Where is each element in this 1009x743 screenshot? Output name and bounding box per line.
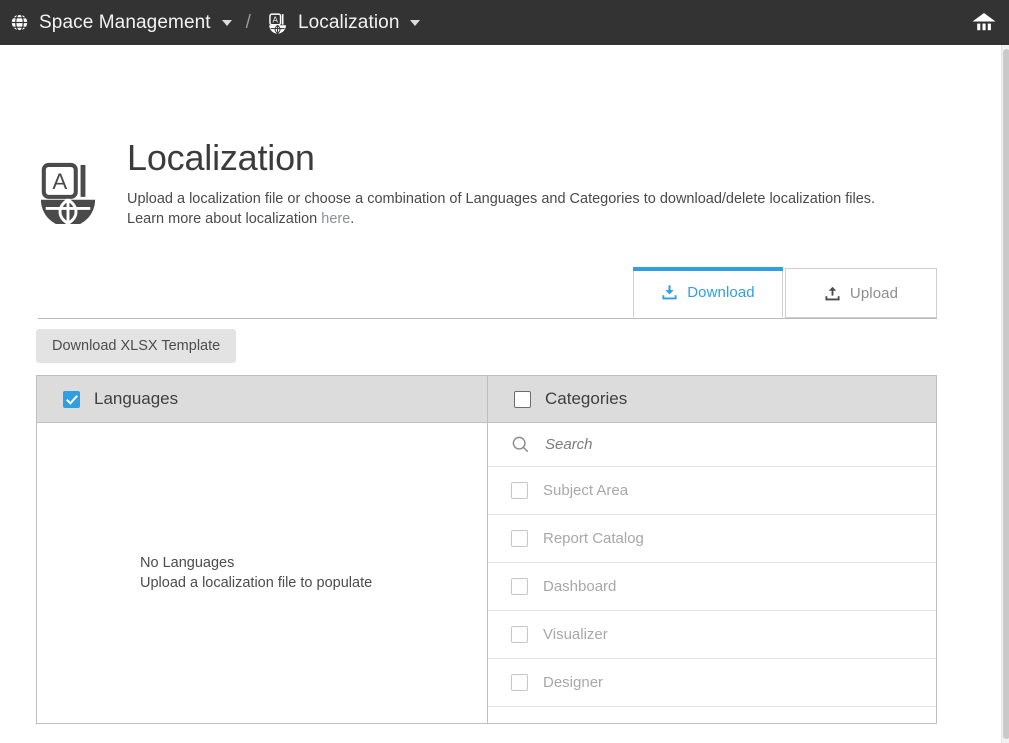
languages-empty-state: No Languages Upload a localization file … xyxy=(37,423,487,723)
selection-panels: Languages No Languages Upload a localiza… xyxy=(36,375,937,724)
page-description-line2-suffix: . xyxy=(350,211,354,227)
category-checkbox-subject-area[interactable] xyxy=(511,482,528,499)
categories-panel-header[interactable]: Categories xyxy=(488,376,936,423)
tab-upload-label: Upload xyxy=(850,285,898,302)
tab-upload[interactable]: Upload xyxy=(785,268,937,318)
categories-search-row[interactable] xyxy=(488,423,936,467)
bank-building-button[interactable] xyxy=(971,11,997,35)
category-row-designer[interactable]: Designer xyxy=(488,659,936,707)
category-checkbox-dashboard[interactable] xyxy=(511,578,528,595)
breadcrumb-item-localization[interactable]: A Localization xyxy=(263,0,425,45)
localization-page-icon: A xyxy=(38,162,98,224)
bank-building-icon xyxy=(971,11,997,35)
svg-text:A: A xyxy=(272,15,278,24)
categories-search-input[interactable] xyxy=(545,436,875,453)
languages-panel-header-label: Languages xyxy=(94,389,178,409)
categories-panel: Categories Subject Area Re xyxy=(487,375,937,724)
download-xlsx-template-button[interactable]: Download XLSX Template xyxy=(36,329,236,363)
languages-select-all-checkbox[interactable] xyxy=(63,391,80,408)
category-label-dashboard: Dashboard xyxy=(543,578,616,595)
page-header-text: Localization Upload a localization file … xyxy=(127,130,875,229)
languages-panel: Languages No Languages Upload a localiza… xyxy=(36,375,488,724)
chevron-down-icon-localization[interactable] xyxy=(410,20,420,26)
category-checkbox-report-catalog[interactable] xyxy=(511,530,528,547)
chevron-down-icon-space-management[interactable] xyxy=(222,20,232,26)
category-checkbox-visualizer[interactable] xyxy=(511,626,528,643)
search-icon xyxy=(511,435,530,454)
page-header: A Localization Upload a localization fil… xyxy=(38,130,943,229)
page-content: A Localization Upload a localization fil… xyxy=(0,45,1001,743)
vertical-scrollbar-track[interactable] xyxy=(1001,45,1009,743)
breadcrumb-label-localization: Localization xyxy=(298,12,400,34)
category-row-subject-area[interactable]: Subject Area xyxy=(488,467,936,515)
upload-icon xyxy=(824,285,841,302)
page-description: Upload a localization file or choose a c… xyxy=(127,189,875,229)
languages-panel-header[interactable]: Languages xyxy=(37,376,487,423)
download-icon xyxy=(661,284,678,301)
categories-panel-header-label: Categories xyxy=(545,389,627,409)
category-checkbox-designer[interactable] xyxy=(511,674,528,691)
breadcrumb-item-space-management[interactable]: Space Management xyxy=(4,0,236,45)
page-title: Localization xyxy=(127,132,875,184)
categories-list: Subject Area Report Catalog Dashboard Vi… xyxy=(488,467,936,723)
languages-empty-title: No Languages xyxy=(140,553,487,573)
category-label-designer: Designer xyxy=(543,674,603,691)
category-row-dashboard[interactable]: Dashboard xyxy=(488,563,936,611)
tab-download[interactable]: Download xyxy=(633,268,783,318)
globe-icon xyxy=(8,12,30,34)
vertical-scrollbar-thumb[interactable] xyxy=(1003,49,1009,739)
languages-empty-subtitle: Upload a localization file to populate xyxy=(140,573,487,593)
breadcrumb-separator: / xyxy=(246,12,251,34)
tab-bar: Download Upload xyxy=(38,269,937,319)
categories-select-all-checkbox[interactable] xyxy=(514,391,531,408)
category-row-report-catalog[interactable]: Report Catalog xyxy=(488,515,936,563)
category-row-visualizer[interactable]: Visualizer xyxy=(488,611,936,659)
page-description-line2-prefix: Learn more about localization xyxy=(127,211,321,227)
category-label-visualizer: Visualizer xyxy=(543,626,608,643)
page-description-line1: Upload a localization file or choose a c… xyxy=(127,191,875,207)
category-label-subject-area: Subject Area xyxy=(543,482,628,499)
tab-download-label: Download xyxy=(687,284,755,301)
svg-text:A: A xyxy=(52,169,67,194)
top-navigation-bar: Space Management / A Localization xyxy=(0,0,1009,45)
localization-icon: A xyxy=(267,12,289,34)
breadcrumb-label-space-management: Space Management xyxy=(39,12,211,34)
category-label-report-catalog: Report Catalog xyxy=(543,530,644,547)
learn-more-link[interactable]: here xyxy=(321,211,350,227)
